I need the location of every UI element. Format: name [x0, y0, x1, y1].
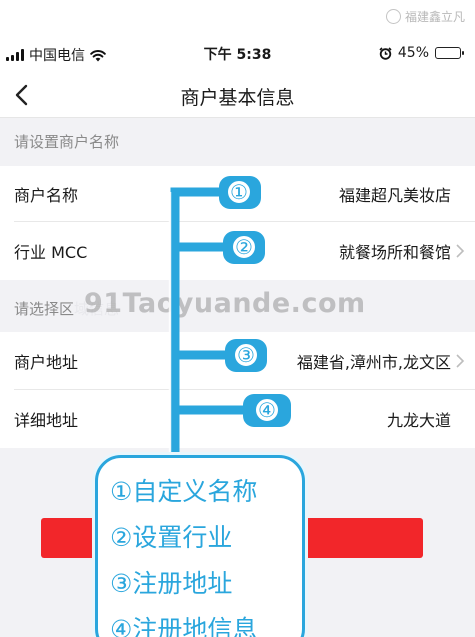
- row-value: 九龙大道: [386, 411, 451, 430]
- page-title: 商户基本信息: [180, 87, 295, 109]
- navigation-bar: 商户基本信息: [0, 72, 475, 118]
- row-detail-address[interactable]: 详细地址 九龙大道: [0, 390, 475, 448]
- note-line-1: ①自定义名称: [110, 477, 258, 506]
- status-bar: 中国电信 下午 5:38 45%: [0, 36, 475, 72]
- row-industry-mcc[interactable]: 行业 MCC 就餐场所和餐馆: [0, 222, 475, 280]
- row-label: 商户名称: [14, 186, 79, 205]
- row-label: 商户地址: [14, 353, 79, 372]
- row-label: 详细地址: [14, 411, 79, 430]
- top-watermark-text: 福建鑫立凡: [404, 10, 465, 24]
- row-value: 就餐场所和餐馆: [338, 243, 451, 262]
- top-strip: 福建鑫立凡: [0, 0, 475, 36]
- status-right: 45%: [379, 45, 464, 61]
- annotation-note-box: ①自定义名称 ②设置行业 ③注册地址 ④注册地信息: [95, 455, 305, 637]
- paw-logo-icon: [385, 9, 401, 24]
- row-value: 福建超凡美妆店: [338, 186, 451, 205]
- alarm-clock-icon: [379, 46, 392, 60]
- battery-icon: [435, 47, 464, 59]
- note-line-4: ④注册地信息: [110, 615, 258, 637]
- row-merchant-name[interactable]: 商户名称 福建超凡美妆店: [0, 166, 475, 222]
- top-watermark: 福建鑫立凡: [385, 8, 465, 25]
- note-line-3: ③注册地址: [110, 569, 233, 598]
- section-header-region-text: 请选择区: [14, 300, 75, 318]
- row-merchant-address[interactable]: 商户地址 福建省,漳州市,龙文区: [0, 332, 475, 390]
- site-watermark: 91Taoyuande.com: [84, 288, 366, 319]
- chevron-right-icon: [456, 354, 465, 368]
- battery-percent: 45%: [397, 45, 429, 61]
- section-header-merchant-name: 请设置商户名称: [14, 133, 120, 151]
- row-label: 行业 MCC: [14, 243, 88, 262]
- note-line-2: ②设置行业: [110, 523, 233, 552]
- chevron-right-icon: [456, 244, 465, 258]
- row-value: 福建省,漳州市,龙文区: [296, 353, 451, 372]
